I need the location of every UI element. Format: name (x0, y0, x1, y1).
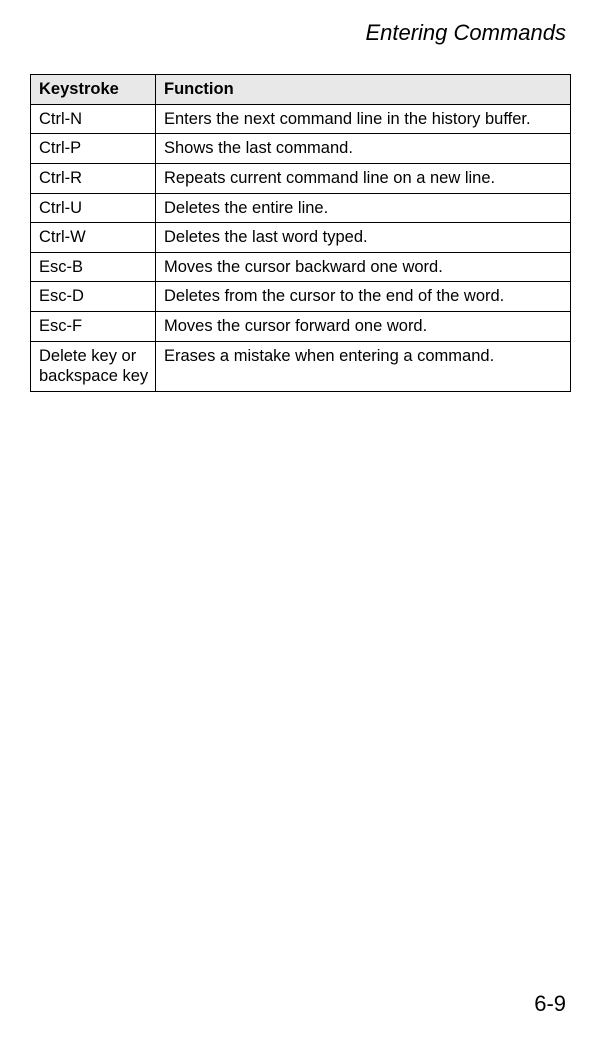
table-row: Ctrl-W Deletes the last word typed. (31, 223, 571, 253)
cell-keystroke: Ctrl-N (31, 104, 156, 134)
cell-keystroke: Ctrl-W (31, 223, 156, 253)
cell-keystroke: Ctrl-U (31, 193, 156, 223)
table-row: Ctrl-U Deletes the entire line. (31, 193, 571, 223)
cell-function: Enters the next command line in the hist… (156, 104, 571, 134)
header-function: Function (156, 75, 571, 105)
cell-function: Erases a mistake when entering a command… (156, 341, 571, 391)
cell-keystroke: Ctrl-R (31, 163, 156, 193)
header-keystroke: Keystroke (31, 75, 156, 105)
cell-function: Deletes the entire line. (156, 193, 571, 223)
page-number: 6-9 (534, 991, 566, 1017)
cell-keystroke: Esc-D (31, 282, 156, 312)
table-row: Ctrl-R Repeats current command line on a… (31, 163, 571, 193)
table-row: Ctrl-P Shows the last command. (31, 134, 571, 164)
cell-keystroke: Ctrl-P (31, 134, 156, 164)
cell-function: Deletes the last word typed. (156, 223, 571, 253)
table-row: Ctrl-N Enters the next command line in t… (31, 104, 571, 134)
table-row: Esc-F Moves the cursor forward one word. (31, 312, 571, 342)
table-row: Esc-D Deletes from the cursor to the end… (31, 282, 571, 312)
keystroke-table: Keystroke Function Ctrl-N Enters the nex… (30, 74, 571, 392)
cell-keystroke: Delete key or backspace key (31, 341, 156, 391)
cell-function: Repeats current command line on a new li… (156, 163, 571, 193)
table-row: Esc-B Moves the cursor backward one word… (31, 252, 571, 282)
table-row: Delete key or backspace key Erases a mis… (31, 341, 571, 391)
cell-function: Moves the cursor backward one word. (156, 252, 571, 282)
cell-keystroke: Esc-B (31, 252, 156, 282)
page-title: Entering Commands (30, 20, 571, 46)
table-header-row: Keystroke Function (31, 75, 571, 105)
cell-keystroke: Esc-F (31, 312, 156, 342)
cell-function: Deletes from the cursor to the end of th… (156, 282, 571, 312)
cell-function: Moves the cursor forward one word. (156, 312, 571, 342)
cell-function: Shows the last command. (156, 134, 571, 164)
